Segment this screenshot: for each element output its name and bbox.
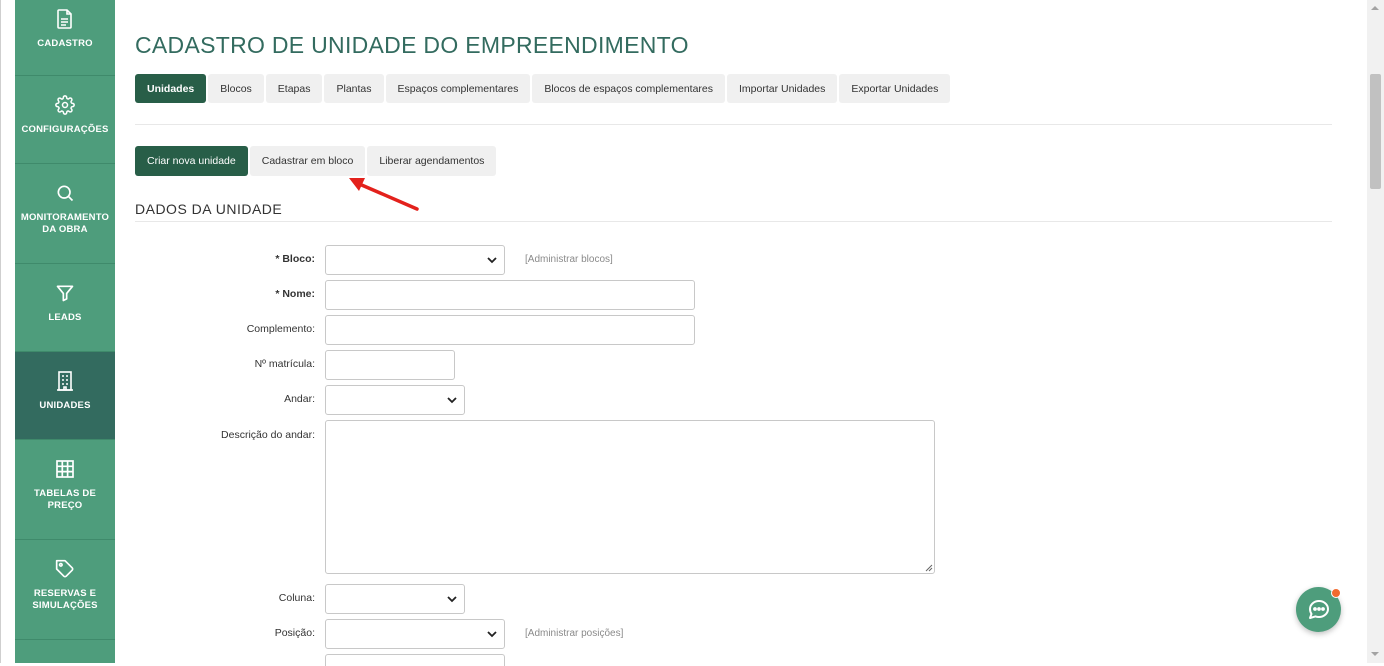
divider	[135, 124, 1332, 125]
tab-exportar-unidades[interactable]: Exportar Unidades	[839, 74, 951, 103]
chevron-down-icon	[487, 631, 497, 638]
nome-input[interactable]	[325, 280, 695, 310]
descricao-textarea[interactable]	[325, 420, 935, 574]
manage-blocks-link[interactable]: [Administrar blocos]	[525, 254, 613, 265]
andar-label: Andar:	[284, 393, 315, 405]
resize-grip-icon[interactable]	[925, 564, 933, 572]
sidebar-item-label: LEADS	[48, 312, 82, 323]
action-bar: Criar nova unidade Cadastrar em bloco Li…	[135, 146, 497, 176]
coluna-label: Coluna:	[278, 592, 315, 604]
chevron-down-icon	[447, 397, 457, 404]
main-content: CADASTRO DE UNIDADE DO EMPREENDIMENTO Un…	[115, 0, 1367, 666]
chevron-down-icon	[487, 257, 497, 264]
tab-unidades[interactable]: Unidades	[135, 74, 207, 103]
building-icon	[54, 370, 76, 392]
sidebar-item-cadastro[interactable]: CADASTRO	[15, 0, 115, 76]
create-unit-button[interactable]: Criar nova unidade	[135, 146, 248, 176]
section-title: DADOS DA UNIDADE	[135, 201, 283, 217]
posicao-select[interactable]	[325, 619, 505, 649]
tab-espacos-complementares[interactable]: Espaços complementares	[385, 74, 531, 103]
posicao-label: Posição:	[274, 627, 315, 639]
search-icon	[54, 182, 76, 204]
scroll-up-arrow-icon[interactable]	[1371, 6, 1379, 10]
notification-badge	[1331, 588, 1341, 598]
chevron-down-icon	[447, 596, 457, 603]
matricula-input[interactable]	[325, 350, 455, 380]
sidebar-item-monitoramento[interactable]: MONITORAMENTO DA OBRA	[15, 164, 115, 264]
tab-blocos[interactable]: Blocos	[208, 74, 264, 103]
descricao-label: Descrição do andar:	[221, 429, 315, 441]
bloco-label: * Bloco:	[275, 253, 315, 265]
sidebar-item-label: UNIDADES	[39, 400, 91, 411]
sidebar-item-reservas[interactable]: RESERVAS E SIMULAÇÕES	[15, 540, 115, 640]
chat-bubble-icon	[1308, 599, 1329, 619]
sidebar-item-label: RESERVAS E SIMULAÇÕES	[32, 588, 98, 611]
bloco-select[interactable]	[325, 245, 505, 275]
sidebar-item-label: CADASTRO	[37, 38, 93, 49]
grid-icon	[54, 458, 76, 480]
next-field-partial[interactable]	[325, 654, 505, 666]
complemento-input[interactable]	[325, 315, 695, 345]
sidebar-item-label: TABELAS DE PREÇO	[34, 488, 96, 511]
annotation-arrow	[349, 178, 419, 211]
tab-etapas[interactable]: Etapas	[265, 74, 323, 103]
coluna-select[interactable]	[325, 584, 465, 614]
tag-icon	[54, 558, 76, 580]
divider	[135, 221, 1332, 222]
scroll-down-arrow-icon[interactable]	[1371, 652, 1379, 656]
sidebar-item-unidades[interactable]: UNIDADES	[15, 352, 115, 440]
sidebar-item-leads[interactable]: LEADS	[15, 264, 115, 352]
sidebar-item-tabelas-de-preco[interactable]: TABELAS DE PREÇO	[15, 440, 115, 540]
sidebar-item-label: CONFIGURAÇÕES	[21, 124, 109, 135]
scrollbar-thumb[interactable]	[1370, 74, 1381, 189]
sidebar-item-configuracoes[interactable]: CONFIGURAÇÕES	[15, 76, 115, 164]
andar-select[interactable]	[325, 385, 465, 415]
sidebar: CADASTRO CONFIGURAÇÕES MONITORAMENTO DA …	[15, 0, 115, 663]
complemento-label: Complemento:	[246, 323, 315, 335]
document-icon	[54, 8, 76, 30]
tab-blocos-espacos-complementares[interactable]: Blocos de espaços complementares	[532, 74, 725, 103]
tab-bar: Unidades Blocos Etapas Plantas Espaços c…	[135, 74, 951, 103]
tab-importar-unidades[interactable]: Importar Unidades	[727, 74, 838, 103]
gear-icon	[54, 94, 76, 116]
nome-label: * Nome:	[275, 288, 315, 300]
manage-positions-link[interactable]: [Administrar posições]	[525, 628, 623, 639]
left-strip	[0, 0, 15, 663]
page-title: CADASTRO DE UNIDADE DO EMPREENDIMENTO	[135, 32, 689, 58]
funnel-icon	[54, 282, 76, 304]
tab-plantas[interactable]: Plantas	[324, 74, 384, 103]
sidebar-item-label: MONITORAMENTO DA OBRA	[20, 212, 110, 235]
matricula-label: Nº matrícula:	[254, 358, 315, 370]
